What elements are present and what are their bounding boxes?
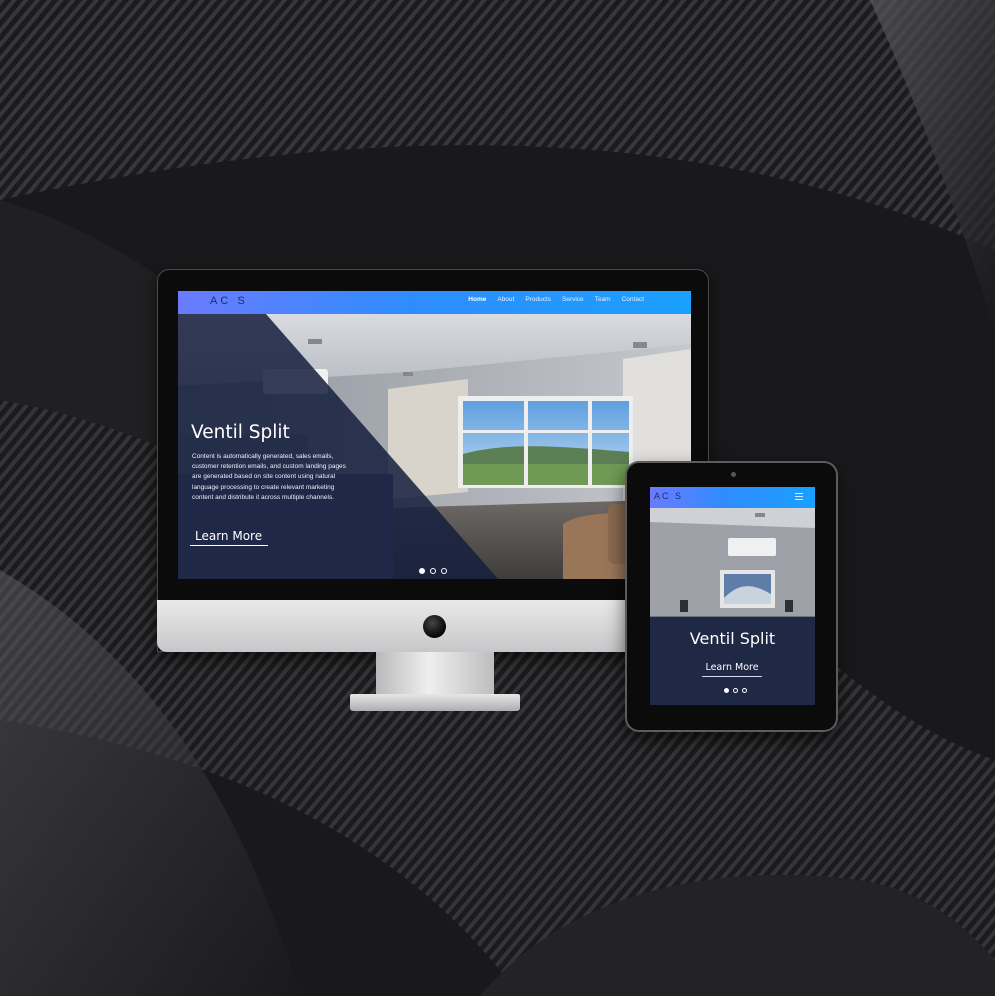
navbar: AC S Home About Products Service Team Co… <box>178 291 691 314</box>
apple-logo-icon <box>423 615 446 638</box>
tablet-carousel-dot-3[interactable] <box>742 688 747 693</box>
tablet-learn-more-button[interactable]: Learn More <box>702 660 762 677</box>
carousel-dot-2[interactable] <box>430 568 436 574</box>
nav-service[interactable]: Service <box>562 296 584 303</box>
tablet-hero-title: Ventil Split <box>689 629 776 648</box>
nav-home[interactable]: Home <box>468 296 486 303</box>
tablet-carousel-indicators <box>724 688 747 693</box>
menu-icon[interactable] <box>795 493 803 500</box>
tablet-carousel-dot-1[interactable] <box>724 688 729 693</box>
tablet-brand-logo[interactable]: AC S <box>654 491 683 501</box>
hero-description: Content is automatically generated, sale… <box>192 453 346 501</box>
monitor-stand-foot <box>350 694 520 711</box>
desktop-screen: AC S Home About Products Service Team Co… <box>178 291 691 579</box>
carousel-indicators <box>419 568 447 574</box>
tablet-carousel-dot-2[interactable] <box>733 688 738 693</box>
nav-products[interactable]: Products <box>525 296 551 303</box>
nav-contact[interactable]: Contact <box>622 296 644 303</box>
brand-logo[interactable]: AC S <box>210 295 248 307</box>
nav-team[interactable]: Team <box>595 296 611 303</box>
learn-more-button[interactable]: Learn More <box>190 526 268 546</box>
carousel-dot-1[interactable] <box>419 568 425 574</box>
tablet-navbar: AC S <box>650 487 815 508</box>
nav-about[interactable]: About <box>497 296 514 303</box>
monitor-stand-neck <box>376 652 494 698</box>
hero-title: Ventil Split <box>191 422 290 443</box>
nav-links: Home About Products Service Team Contact <box>468 296 644 303</box>
carousel-dot-3[interactable] <box>441 568 447 574</box>
tablet-screen: AC S Ventil Split Learn More <box>650 487 815 705</box>
camera-icon <box>731 472 736 477</box>
